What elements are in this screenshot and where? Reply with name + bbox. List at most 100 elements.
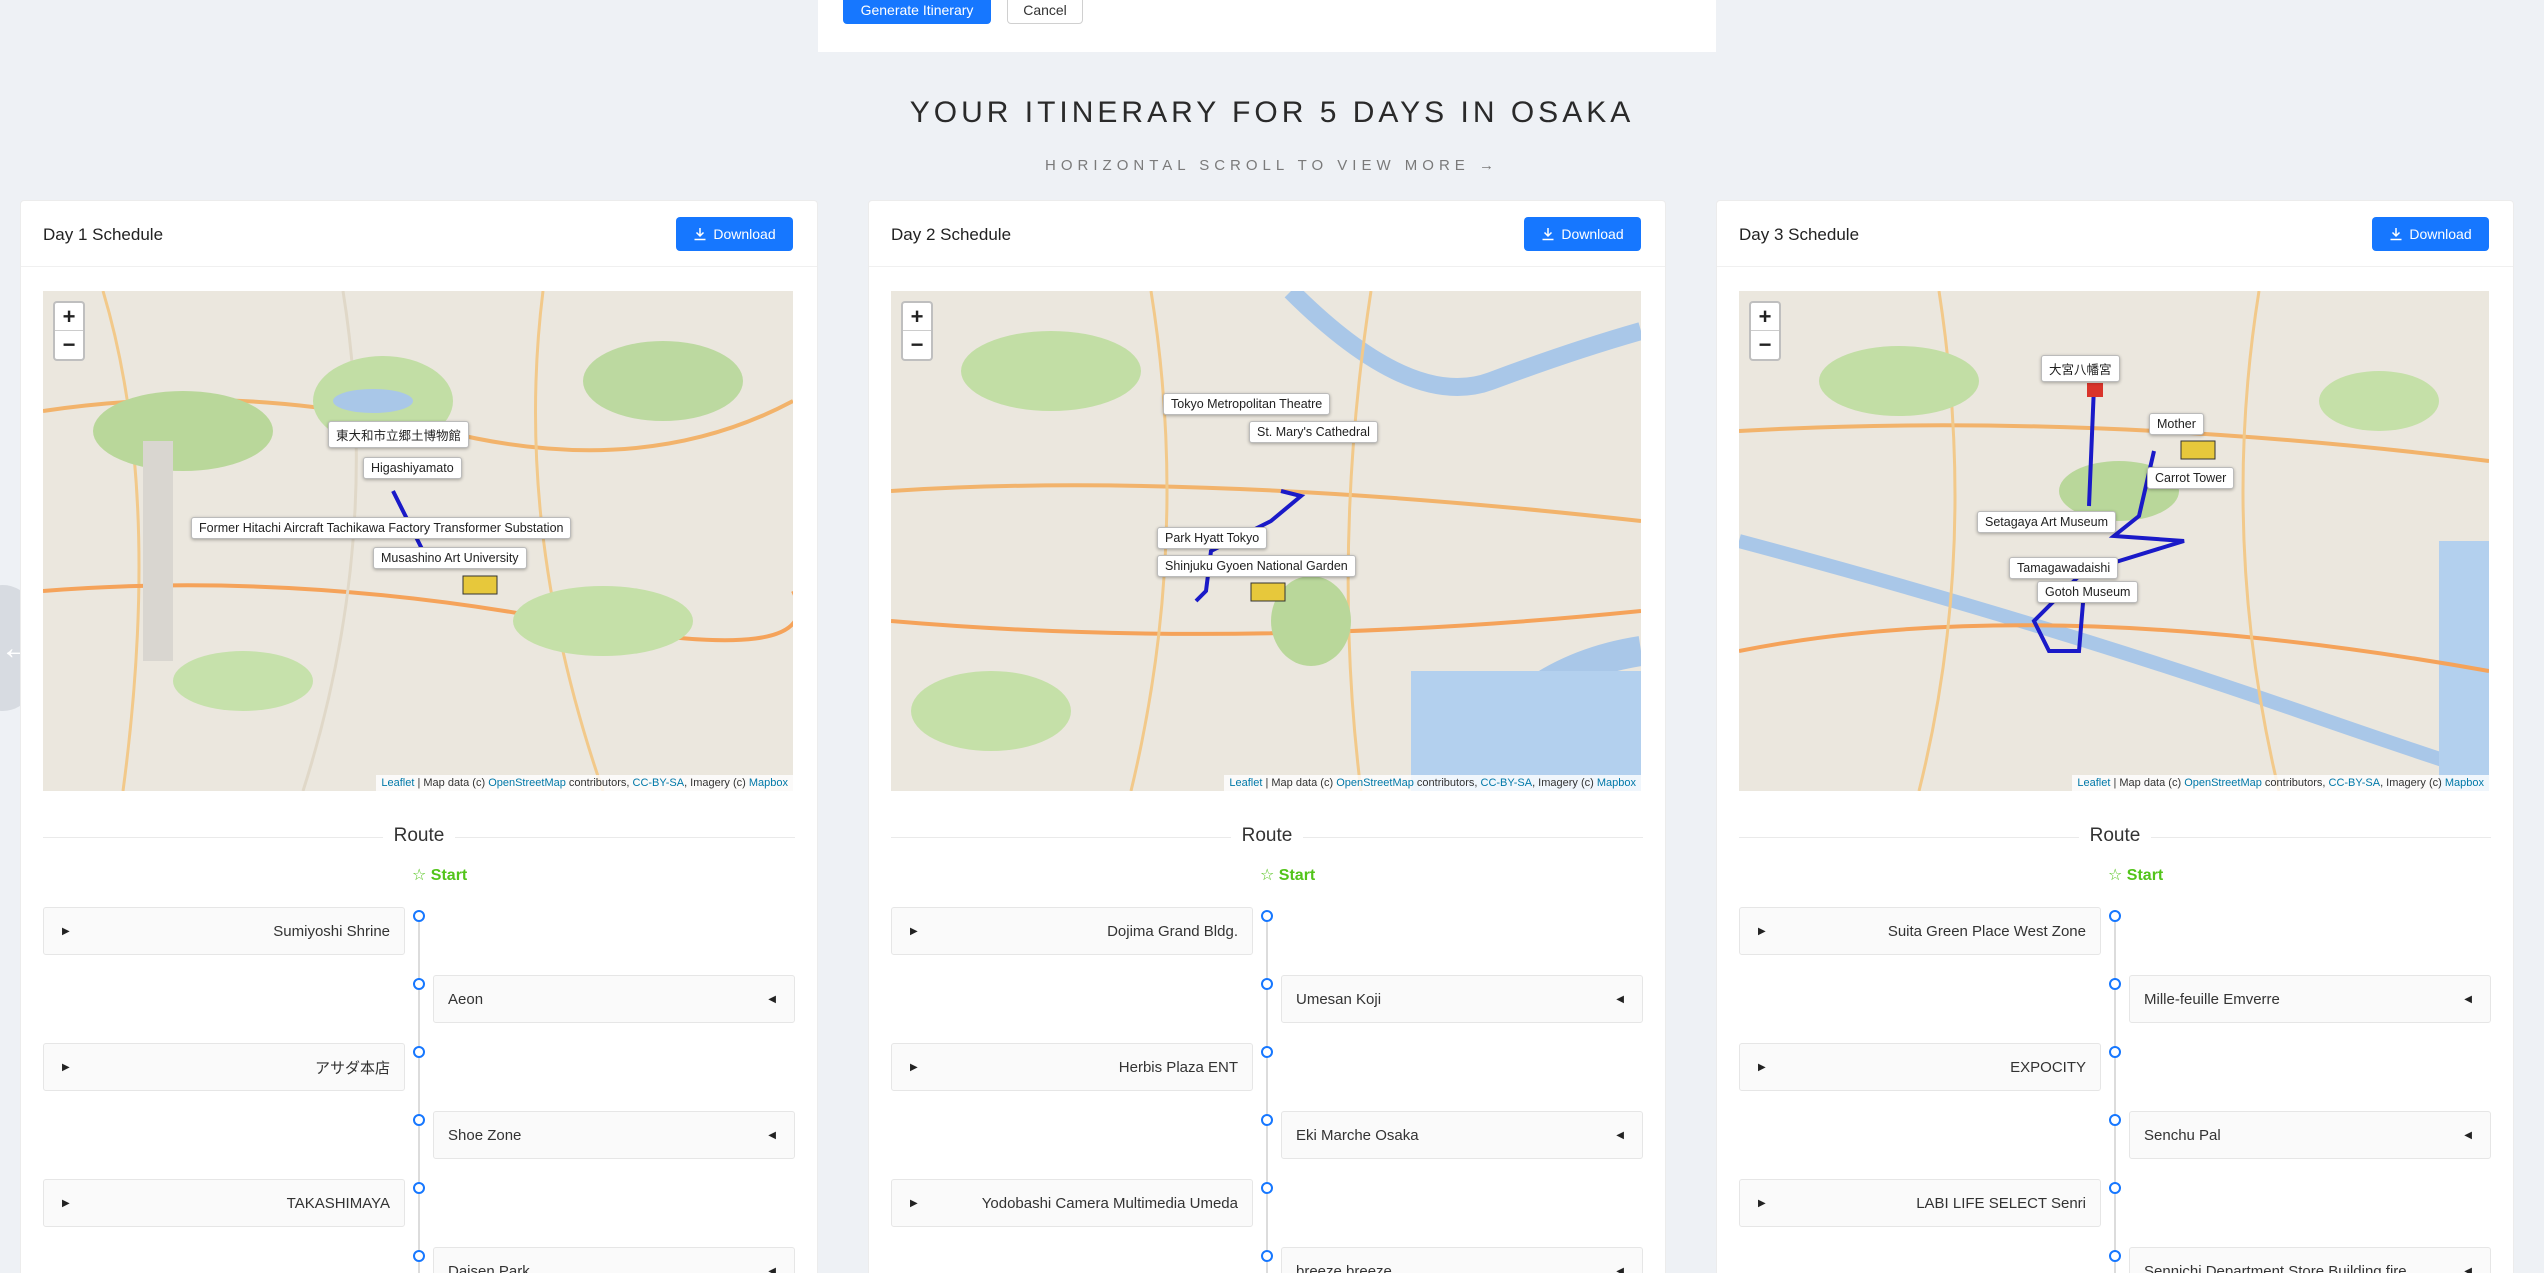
route-map[interactable]: + − 大宮八幡宮 Mother Carrot Tower Setagaya A…: [1739, 291, 2489, 791]
route-stop[interactable]: Sennichi Department Store Building fire ◀: [2129, 1247, 2491, 1273]
route-stop[interactable]: ▶ Dojima Grand Bldg.: [891, 907, 1253, 955]
map-attribution: Leaflet | Map data (c) OpenStreetMap con…: [1224, 775, 1641, 791]
download-label: Download: [1561, 226, 1624, 242]
caret-right-icon: ▶: [1758, 925, 1766, 937]
star-icon: ☆: [1260, 867, 1279, 884]
stop-name: Yodobashi Camera Multimedia Umeda: [981, 1194, 1238, 1212]
license-link[interactable]: CC-BY-SA: [633, 777, 685, 789]
card-title: Day 1 Schedule: [43, 225, 164, 244]
route-stop[interactable]: breeze breeze ◀: [1281, 1247, 1643, 1273]
map-label: 大宮八幡宮: [2041, 355, 2120, 382]
timeline-dot: [1261, 1114, 1273, 1126]
mapbox-link[interactable]: Mapbox: [2445, 777, 2484, 789]
card-header: Day 2 Schedule Download: [869, 201, 1665, 267]
osm-link[interactable]: OpenStreetMap: [1336, 777, 1414, 789]
download-button[interactable]: Download: [1524, 217, 1641, 251]
map-label: Tokyo Metropolitan Theatre: [1163, 393, 1331, 415]
caret-left-icon: ◀: [1616, 1265, 1624, 1273]
stop-name: Mille-feuille Emverre: [2144, 990, 2280, 1008]
timeline-dot: [2109, 910, 2121, 922]
day-card-2: Day 2 Schedule Download + − Tokyo Metrop…: [868, 200, 1666, 1273]
route-stop[interactable]: Daisen Park ◀: [433, 1247, 795, 1273]
map-label: Former Hitachi Aircraft Tachikawa Factor…: [191, 517, 572, 539]
timeline-dot: [413, 1114, 425, 1126]
attribution-text: | Map data (c): [1265, 777, 1334, 789]
download-icon: [2390, 228, 2402, 241]
route-stop[interactable]: ▶ TAKASHIMAYA: [43, 1179, 405, 1227]
route-heading: Route: [869, 825, 1665, 847]
mapbox-link[interactable]: Mapbox: [1597, 777, 1636, 789]
zoom-out-button[interactable]: −: [903, 331, 931, 359]
license-link[interactable]: CC-BY-SA: [2329, 777, 2381, 789]
attribution-text: | Map data (c): [2113, 777, 2182, 789]
route-stop[interactable]: ▶ Herbis Plaza ENT: [891, 1043, 1253, 1091]
stop-name: Sumiyoshi Shrine: [273, 922, 390, 940]
attribution-text: contributors,: [2264, 777, 2326, 789]
download-button[interactable]: Download: [676, 217, 793, 251]
route-stop[interactable]: Umesan Koji ◀: [1281, 975, 1643, 1023]
osm-link[interactable]: OpenStreetMap: [488, 777, 566, 789]
route-map[interactable]: + − 東大和市立郷土博物館 Higashiyamato Former Hita…: [43, 291, 793, 791]
map-label: Higashiyamato: [363, 457, 462, 479]
stop-name: Sennichi Department Store Building fire: [2144, 1262, 2407, 1273]
timeline-dot: [2109, 1250, 2121, 1262]
scroll-hint-text: HORIZONTAL SCROLL TO VIEW MORE: [1045, 157, 1470, 174]
card-header: Day 1 Schedule Download: [21, 201, 817, 267]
generate-itinerary-button[interactable]: Generate Itinerary: [843, 0, 991, 24]
license-link[interactable]: CC-BY-SA: [1481, 777, 1533, 789]
caret-left-icon: ◀: [2464, 1265, 2472, 1273]
timeline-dot: [413, 1250, 425, 1262]
timeline-line: [1266, 917, 1268, 1273]
stop-name: Daisen Park: [448, 1262, 530, 1273]
route-heading: Route: [1717, 825, 2513, 847]
stop-name: breeze breeze: [1296, 1262, 1392, 1273]
download-button[interactable]: Download: [2372, 217, 2489, 251]
leaflet-link[interactable]: Leaflet: [2077, 777, 2110, 789]
start-label: Start: [1278, 867, 1316, 884]
cancel-button[interactable]: Cancel: [1007, 0, 1083, 24]
route-stop[interactable]: ▶ Sumiyoshi Shrine: [43, 907, 405, 955]
card-header: Day 3 Schedule Download: [1717, 201, 2513, 267]
start-label: Start: [2126, 867, 2164, 884]
route-stop[interactable]: ▶ LABI LIFE SELECT Senri: [1739, 1179, 2101, 1227]
day-card-1: Day 1 Schedule Download + − 東大和市立郷土博物館 H…: [20, 200, 818, 1273]
route-map[interactable]: + − Tokyo Metropolitan Theatre St. Mary'…: [891, 291, 1641, 791]
zoom-out-button[interactable]: −: [55, 331, 83, 359]
download-label: Download: [2409, 226, 2472, 242]
zoom-in-button[interactable]: +: [1751, 303, 1779, 331]
stop-name: アサダ本店: [314, 1059, 390, 1077]
map-label: Musashino Art University: [373, 547, 527, 569]
zoom-in-button[interactable]: +: [903, 303, 931, 331]
osm-link[interactable]: OpenStreetMap: [2184, 777, 2262, 789]
stop-name: LABI LIFE SELECT Senri: [1916, 1194, 2086, 1212]
leaflet-link[interactable]: Leaflet: [1229, 777, 1262, 789]
caret-right-icon: ▶: [1758, 1197, 1766, 1209]
zoom-in-button[interactable]: +: [55, 303, 83, 331]
stop-name: Suita Green Place West Zone: [1887, 922, 2086, 940]
attribution-text: , Imagery (c): [2380, 777, 2442, 789]
zoom-out-button[interactable]: −: [1751, 331, 1779, 359]
route-stop[interactable]: ▶ Yodobashi Camera Multimedia Umeda: [891, 1179, 1253, 1227]
route-stop[interactable]: ▶ Suita Green Place West Zone: [1739, 907, 2101, 955]
scroll-hint: HORIZONTAL SCROLL TO VIEW MORE →: [0, 157, 2544, 174]
leaflet-link[interactable]: Leaflet: [381, 777, 414, 789]
caret-right-icon: ▶: [1758, 1061, 1766, 1073]
route-stop[interactable]: Mille-feuille Emverre ◀: [2129, 975, 2491, 1023]
timeline-dot: [1261, 1182, 1273, 1194]
route-stop[interactable]: ▶ EXPOCITY: [1739, 1043, 2101, 1091]
start-marker: ☆ Start: [2108, 865, 2163, 885]
mapbox-link[interactable]: Mapbox: [749, 777, 788, 789]
timeline-dot: [1261, 1250, 1273, 1262]
route-stop[interactable]: ▶ アサダ本店: [43, 1043, 405, 1091]
timeline-line: [418, 917, 420, 1273]
route-stop[interactable]: Eki Marche Osaka ◀: [1281, 1111, 1643, 1159]
card-title: Day 2 Schedule: [891, 225, 1012, 244]
day-card-3: Day 3 Schedule Download + − 大宮八幡宮 Mother: [1716, 200, 2514, 1273]
zoom-control: + −: [1749, 301, 1781, 361]
timeline-dot: [2109, 978, 2121, 990]
route-stop[interactable]: Shoe Zone ◀: [433, 1111, 795, 1159]
route-stop[interactable]: Senchu Pal ◀: [2129, 1111, 2491, 1159]
route-stop[interactable]: Aeon ◀: [433, 975, 795, 1023]
start-marker: ☆ Start: [1260, 865, 1315, 885]
map-label: Tamagawadaishi: [2009, 557, 2119, 579]
